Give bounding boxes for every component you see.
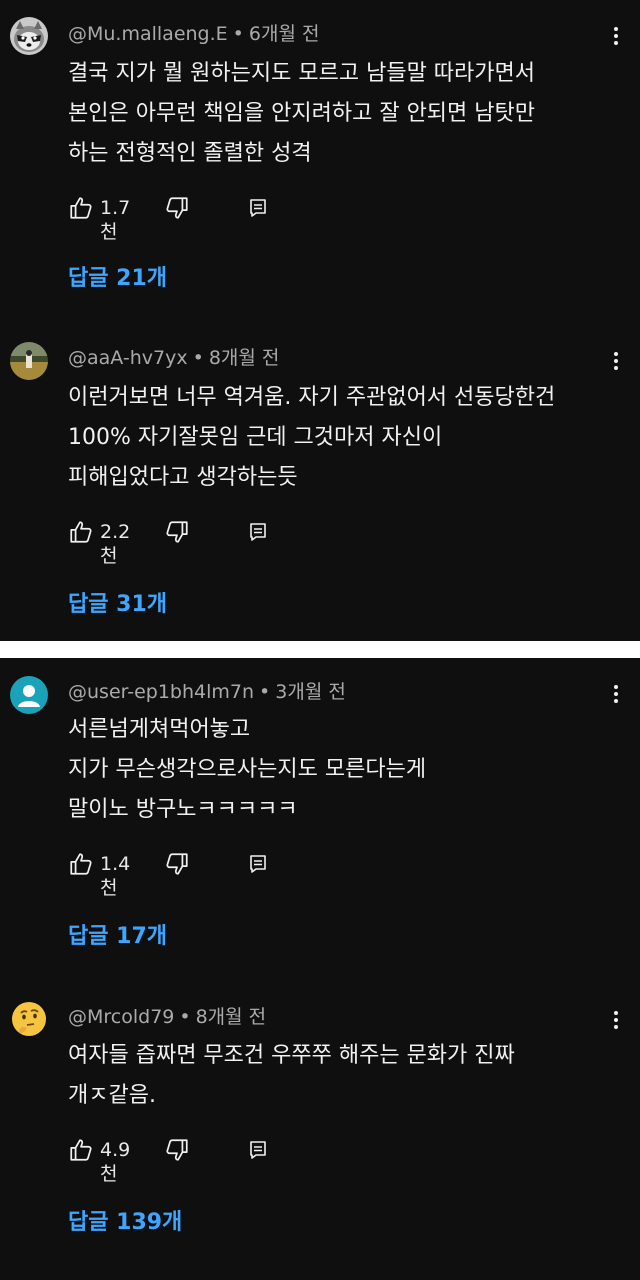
comments-panel-top: @Mu.mallaeng.E • 6개월 전 결국 지가 뭘 원하는지도 모르고 남… <box>0 0 640 641</box>
like-button[interactable]: 2.2천 <box>68 517 130 567</box>
dislike-icon <box>166 1139 188 1161</box>
comment-time: 6개월 전 <box>248 23 320 45</box>
like-count: 2.2천 <box>100 521 131 567</box>
like-icon <box>70 1139 92 1161</box>
dislike-button[interactable] <box>164 1135 190 1165</box>
raccoon-avatar[interactable] <box>10 17 48 55</box>
default-user-avatar[interactable] <box>10 676 48 714</box>
thinking-emoji-avatar[interactable] <box>10 1000 48 1038</box>
comment-text: 이런거보면 너무 역겨움. 자기 주관없어서 선동당한건 100% 자기잘못임 … <box>68 378 628 498</box>
like-count: 4.9천 <box>100 1139 131 1185</box>
meta-separator: • <box>259 681 271 703</box>
view-replies-button[interactable]: 답글 21개 <box>68 264 167 294</box>
comment-time: 3개월 전 <box>275 681 346 703</box>
comment-line: 100% 자기잘못임 근데 그것마저 자신이 <box>68 425 443 450</box>
view-replies-button[interactable]: 답글 31개 <box>68 590 167 620</box>
reply-icon <box>250 199 266 217</box>
comment-text: 여자들 즙짜면 무조건 우쭈쭈 해주는 문화가 진짜 개ㅈ같음. <box>68 1036 628 1116</box>
dislike-button[interactable] <box>164 849 190 879</box>
comment-line: 하는 전형적인 졸렬한 성격 <box>68 141 312 166</box>
like-icon <box>70 197 92 219</box>
reply-icon <box>250 523 266 541</box>
comment-line: 서른넘게쳐먹어놓고 <box>68 717 251 742</box>
comment-author[interactable]: @user-ep1bh4lm7n <box>68 681 254 703</box>
reply-icon <box>250 855 266 873</box>
reply-button[interactable] <box>246 193 270 223</box>
view-replies-button[interactable]: 답글 17개 <box>68 922 167 952</box>
comment-text: 서른넘게쳐먹어놓고 지가 무슨생각으로사는지도 모른다는게 말이노 방구노ㅋㅋㅋ… <box>68 710 628 830</box>
comment-author[interactable]: @aaA-hv7yx <box>68 347 188 369</box>
comment-actions: 4.9천 <box>68 1135 328 1185</box>
more-options-icon[interactable] <box>610 349 622 373</box>
like-icon <box>70 853 92 875</box>
comment-author[interactable]: @Mrcold79 <box>68 1006 174 1028</box>
comment-line: 피해입었다고 생각하는듯 <box>68 465 298 490</box>
like-button[interactable]: 4.9천 <box>68 1135 130 1185</box>
like-button[interactable]: 1.7천 <box>68 193 130 243</box>
comment-actions: 1.4천 <box>68 849 328 899</box>
dislike-icon <box>166 197 188 219</box>
comment-line: 개ㅈ같음. <box>68 1083 156 1108</box>
like-count: 1.7천 <box>100 197 131 243</box>
comment-meta: @user-ep1bh4lm7n • 3개월 전 <box>68 680 346 704</box>
comment-actions: 2.2천 <box>68 517 328 567</box>
view-replies-button[interactable]: 답글 139개 <box>68 1208 182 1238</box>
comment-time: 8개월 전 <box>195 1006 267 1028</box>
reply-button[interactable] <box>246 517 270 547</box>
more-options-icon[interactable] <box>610 24 622 48</box>
like-icon <box>70 521 92 543</box>
field-photo-avatar[interactable] <box>10 342 48 380</box>
comments-panel-bottom: @user-ep1bh4lm7n • 3개월 전 서른넘게쳐먹어놓고 지가 무슨생각… <box>0 658 640 1280</box>
dislike-icon <box>166 853 188 875</box>
comment-text: 결국 지가 뭘 원하는지도 모르고 남들말 따라가면서 본인은 아무런 책임을 … <box>68 54 628 174</box>
dislike-button[interactable] <box>164 193 190 223</box>
meta-separator: • <box>192 347 204 369</box>
dislike-button[interactable] <box>164 517 190 547</box>
like-button[interactable]: 1.4천 <box>68 849 130 899</box>
comment-actions: 1.7천 <box>68 193 328 243</box>
comment-line: 지가 무슨생각으로사는지도 모른다는게 <box>68 757 427 782</box>
comment-line: 결국 지가 뭘 원하는지도 모르고 남들말 따라가면서 <box>68 61 536 86</box>
comment-line: 본인은 아무런 책임을 안지려하고 잘 안되면 남탓만 <box>68 101 536 126</box>
comment-author[interactable]: @Mu.mallaeng.E <box>68 23 228 45</box>
comment-meta: @Mu.mallaeng.E • 6개월 전 <box>68 22 319 46</box>
dislike-icon <box>166 521 188 543</box>
comment-time: 8개월 전 <box>208 347 280 369</box>
comment-meta: @aaA-hv7yx • 8개월 전 <box>68 346 279 370</box>
meta-separator: • <box>232 23 244 45</box>
more-options-icon[interactable] <box>610 1008 622 1032</box>
comment-line: 이런거보면 너무 역겨움. 자기 주관없어서 선동당한건 <box>68 385 556 410</box>
more-options-icon[interactable] <box>610 682 622 706</box>
meta-separator: • <box>179 1006 191 1028</box>
like-count: 1.4천 <box>100 853 131 899</box>
comment-line: 말이노 방구노ㅋㅋㅋㅋㅋ <box>68 797 298 822</box>
comment-meta: @Mrcold79 • 8개월 전 <box>68 1005 266 1029</box>
reply-button[interactable] <box>246 849 270 879</box>
reply-icon <box>250 1141 266 1159</box>
reply-button[interactable] <box>246 1135 270 1165</box>
comment-line: 여자들 즙짜면 무조건 우쭈쭈 해주는 문화가 진짜 <box>68 1043 515 1068</box>
